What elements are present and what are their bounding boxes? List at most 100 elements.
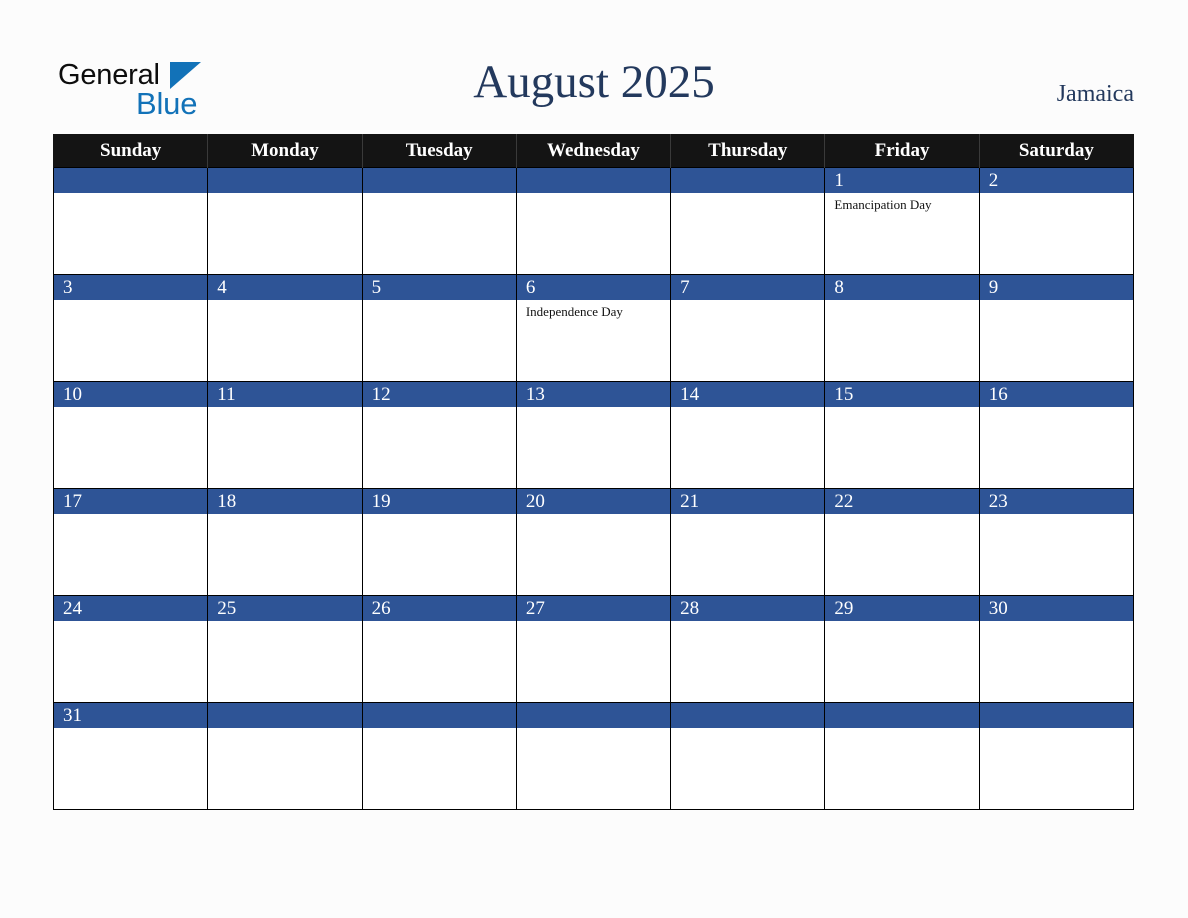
day-cell-12[interactable]: 12 [361,381,517,489]
day-content [517,407,670,486]
calendar-week-row: 31 [52,702,1135,810]
day-content [54,407,207,486]
day-number: 27 [516,596,671,621]
day-cell-empty[interactable] [670,167,826,275]
day-content [363,514,516,593]
day-content [825,300,978,379]
day-content [363,193,516,272]
day-number [671,168,825,193]
day-cell-6[interactable]: 6 Independence Day [515,274,672,382]
day-number: 1 [825,168,979,193]
calendar-grid: Sunday Monday Tuesday Wednesday Thursday Frid… [52,134,1135,810]
day-number: 9 [979,275,1133,300]
day-cell-24[interactable]: 24 [52,595,209,703]
day-number: 14 [671,382,825,407]
day-number [516,168,671,193]
day-number: 17 [54,489,208,514]
day-cell-empty[interactable] [515,167,672,275]
day-number: 3 [54,275,208,300]
day-cell-25[interactable]: 25 [207,595,363,703]
day-cell-empty[interactable] [361,167,517,275]
day-cell-23[interactable]: 23 [978,488,1135,596]
day-cell-5[interactable]: 5 [361,274,517,382]
day-number: 28 [671,596,825,621]
day-cell-2[interactable]: 2 [978,167,1135,275]
day-cell-empty[interactable] [978,702,1135,810]
day-cell-8[interactable]: 8 [824,274,980,382]
day-cell-19[interactable]: 19 [361,488,517,596]
calendar-week-row: 1 Emancipation Day 2 [52,167,1135,275]
day-content [671,514,824,593]
day-cell-10[interactable]: 10 [52,381,209,489]
day-content [363,407,516,486]
day-cell-7[interactable]: 7 [670,274,826,382]
day-cell-14[interactable]: 14 [670,381,826,489]
day-number: 5 [362,275,516,300]
day-number: 11 [208,382,362,407]
day-cell-empty[interactable] [207,702,363,810]
day-number: 18 [208,489,362,514]
day-number: 25 [208,596,362,621]
day-cell-1[interactable]: 1 Emancipation Day [824,167,980,275]
day-content [825,621,978,700]
day-cell-4[interactable]: 4 [207,274,363,382]
day-cell-16[interactable]: 16 [978,381,1135,489]
day-number: 23 [979,489,1133,514]
day-cell-empty[interactable] [824,702,980,810]
day-content: Emancipation Day [825,193,978,272]
day-cell-11[interactable]: 11 [207,381,363,489]
day-cell-empty[interactable] [670,702,826,810]
weekday-header-friday: Friday [824,134,980,168]
day-cell-empty[interactable] [515,702,672,810]
day-cell-21[interactable]: 21 [670,488,826,596]
day-number: 8 [825,275,979,300]
day-number: 31 [54,703,208,728]
page-header: General Blue August 2025 Jamaica [0,0,1188,134]
day-content [363,728,516,807]
day-number: 26 [362,596,516,621]
day-number: 13 [516,382,671,407]
day-cell-13[interactable]: 13 [515,381,672,489]
day-number [208,703,362,728]
day-number: 21 [671,489,825,514]
day-number [671,703,825,728]
day-content [363,300,516,379]
day-number: 19 [362,489,516,514]
day-cell-empty[interactable] [52,167,209,275]
day-content [980,193,1133,272]
day-cell-29[interactable]: 29 [824,595,980,703]
holiday-label: Emancipation Day [834,197,932,212]
weekday-header-thursday: Thursday [670,134,826,168]
day-cell-3[interactable]: 3 [52,274,209,382]
day-cell-9[interactable]: 9 [978,274,1135,382]
day-content [54,300,207,379]
day-content [671,407,824,486]
day-number [362,168,516,193]
day-cell-empty[interactable] [207,167,363,275]
day-cell-empty[interactable] [361,702,517,810]
day-cell-30[interactable]: 30 [978,595,1135,703]
day-cell-27[interactable]: 27 [515,595,672,703]
day-cell-28[interactable]: 28 [670,595,826,703]
day-cell-15[interactable]: 15 [824,381,980,489]
day-cell-18[interactable]: 18 [207,488,363,596]
day-cell-20[interactable]: 20 [515,488,672,596]
day-cell-26[interactable]: 26 [361,595,517,703]
day-content: Independence Day [517,300,670,379]
day-cell-17[interactable]: 17 [52,488,209,596]
day-content [363,621,516,700]
day-content [671,621,824,700]
holiday-label: Independence Day [525,304,623,319]
day-content [671,193,824,272]
day-content [980,514,1133,593]
calendar-week-row: 10 11 12 13 14 15 16 [52,381,1135,489]
day-number: 10 [54,382,208,407]
day-cell-22[interactable]: 22 [824,488,980,596]
day-content [980,621,1133,700]
day-content [980,300,1133,379]
day-number: 15 [825,382,979,407]
day-content [208,728,361,807]
day-number: 24 [54,596,208,621]
day-content [54,193,207,272]
day-cell-31[interactable]: 31 [52,702,209,810]
